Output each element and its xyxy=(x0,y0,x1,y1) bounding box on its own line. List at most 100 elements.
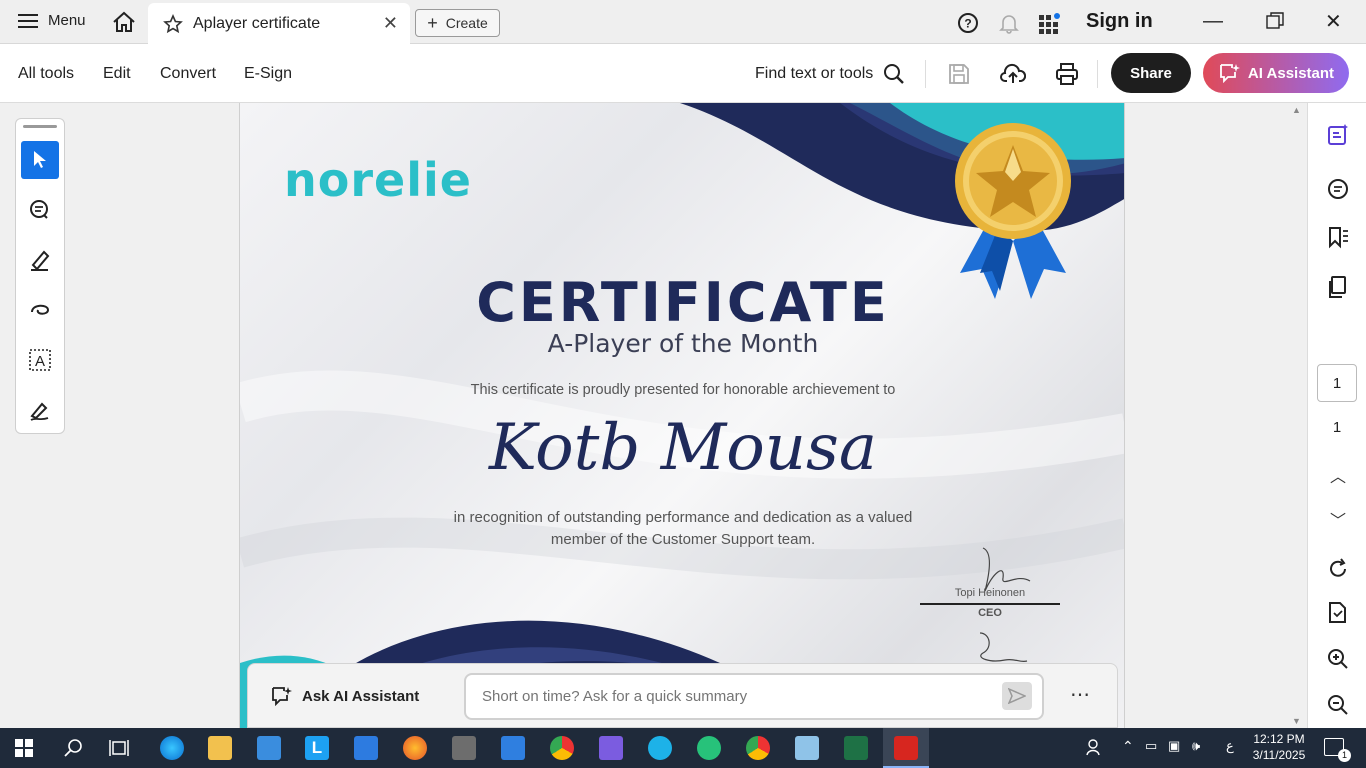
comments-panel-icon[interactable] xyxy=(1324,175,1352,203)
apps-grid-icon[interactable] xyxy=(1038,12,1062,36)
create-label: Create xyxy=(445,15,488,31)
rotate-icon[interactable] xyxy=(1324,555,1352,583)
close-window-icon[interactable]: ✕ xyxy=(1325,9,1342,34)
ai-assistant-button[interactable]: AI Assistant xyxy=(1203,53,1349,93)
store-icon[interactable] xyxy=(257,736,281,760)
battery-icon[interactable]: ▭ xyxy=(1145,738,1157,754)
recognition-line-1: in recognition of outstanding performanc… xyxy=(453,509,913,526)
menu-button[interactable]: Menu xyxy=(18,12,86,29)
more-options-icon[interactable]: ⋯ xyxy=(1070,682,1090,707)
windows-start-icon[interactable] xyxy=(15,739,33,757)
file-explorer-icon[interactable] xyxy=(208,736,232,760)
notifications-bell-icon[interactable] xyxy=(998,12,1020,34)
task-view-icon[interactable] xyxy=(109,738,129,758)
edit-menu[interactable]: Edit xyxy=(103,65,131,83)
zoom-out-icon[interactable] xyxy=(1324,691,1352,719)
cloud-upload-icon[interactable] xyxy=(1000,61,1026,87)
chrome-icon[interactable] xyxy=(550,736,574,760)
draw-tool[interactable] xyxy=(21,291,59,329)
title-bar: Menu Aplayer certificate ✕ + Create ? Si… xyxy=(0,0,1366,44)
sign-tool[interactable] xyxy=(21,391,59,429)
highlight-tool[interactable] xyxy=(21,241,59,279)
save-icon[interactable] xyxy=(947,62,971,86)
android-app-icon[interactable] xyxy=(697,736,721,760)
print-icon[interactable] xyxy=(1055,62,1079,86)
page-fit-icon[interactable] xyxy=(1324,599,1352,627)
excel-icon[interactable] xyxy=(844,736,868,760)
mail-icon[interactable] xyxy=(354,736,378,760)
calendar-icon[interactable] xyxy=(501,736,525,760)
freehand-draw-icon xyxy=(31,304,50,315)
find-label: Find text or tools xyxy=(755,65,874,82)
ask-ai-button[interactable]: Ask AI Assistant xyxy=(270,686,419,706)
all-tools-menu[interactable]: All tools xyxy=(18,65,74,83)
certificate-page[interactable]: norelie CERTIFICATE A-Player of the Mont… xyxy=(239,103,1125,728)
bookmarks-icon[interactable] xyxy=(1324,223,1352,251)
clock-date: 3/11/2025 xyxy=(1252,748,1306,762)
l-app-icon[interactable]: L xyxy=(305,736,329,760)
minimize-icon[interactable]: — xyxy=(1203,10,1223,33)
sign-in-button[interactable]: Sign in xyxy=(1086,10,1153,33)
select-tool[interactable] xyxy=(21,141,59,179)
acrobat-taskbar-item[interactable] xyxy=(883,728,929,768)
calculator-icon[interactable] xyxy=(452,736,476,760)
search-icon xyxy=(884,64,905,84)
skype-icon[interactable] xyxy=(648,736,672,760)
plus-icon: + xyxy=(427,12,438,33)
drag-handle[interactable] xyxy=(23,125,57,128)
cursor-arrow-icon xyxy=(34,151,46,168)
second-signature-mark xyxy=(979,632,1028,663)
convert-menu[interactable]: Convert xyxy=(160,65,216,83)
notepad-icon[interactable] xyxy=(795,736,819,760)
svg-text:?: ? xyxy=(964,17,971,31)
share-button[interactable]: Share xyxy=(1111,53,1191,93)
signature-line xyxy=(920,603,1060,605)
hamburger-icon xyxy=(18,13,38,28)
recipient-name: Kotb Mousa xyxy=(489,411,877,485)
create-button[interactable]: + Create xyxy=(415,9,500,37)
scroll-up-icon[interactable]: ▲ xyxy=(1292,105,1301,115)
input-language[interactable]: ع xyxy=(1226,738,1234,754)
document-tab[interactable]: Aplayer certificate ✕ xyxy=(148,3,410,44)
chrome-profile-icon[interactable] xyxy=(746,736,770,760)
clock-time: 12:12 PM xyxy=(1253,732,1305,746)
edge-browser-icon[interactable] xyxy=(160,736,184,760)
presented-text: This certificate is proudly presented fo… xyxy=(470,382,896,398)
generative-summary-icon[interactable] xyxy=(1324,121,1352,149)
star-icon[interactable] xyxy=(163,13,183,34)
firefox-icon[interactable] xyxy=(403,736,427,760)
network-icon[interactable]: ▣ xyxy=(1168,738,1180,754)
text-box-tool[interactable]: A xyxy=(21,341,59,379)
find-tools-button[interactable]: Find text or tools xyxy=(755,63,905,85)
ai-assistant-label: AI Assistant xyxy=(1247,64,1335,82)
clock[interactable]: 12:12 PM 3/11/2025 xyxy=(1250,731,1308,763)
comment-icon xyxy=(30,200,48,219)
comment-tool[interactable] xyxy=(21,191,59,229)
next-page-icon[interactable]: ﹀ xyxy=(1324,505,1352,533)
vertical-scrollbar[interactable]: ▲ ▼ xyxy=(1288,103,1306,728)
tab-title: Aplayer certificate xyxy=(193,14,321,32)
page-thumbnails-icon[interactable] xyxy=(1324,273,1352,301)
ai-assistant-icon xyxy=(1220,64,1240,83)
send-arrow-icon xyxy=(1008,688,1026,704)
signature-pen-icon xyxy=(30,402,49,421)
forms-app-icon[interactable] xyxy=(599,736,623,760)
previous-page-icon[interactable]: ︿ xyxy=(1324,461,1352,489)
highlighter-pen-icon xyxy=(31,250,50,271)
show-hidden-icons[interactable]: ⌃ xyxy=(1122,738,1134,755)
notification-center-icon[interactable]: 1 xyxy=(1324,738,1351,762)
page-number-input[interactable]: 1 xyxy=(1317,364,1357,402)
volume-icon[interactable]: 🕪 xyxy=(1192,738,1200,754)
ai-chat-icon xyxy=(272,687,292,706)
taskbar-search-icon[interactable] xyxy=(63,738,83,758)
zoom-in-icon[interactable] xyxy=(1324,645,1352,673)
people-icon[interactable] xyxy=(1085,738,1103,756)
home-icon[interactable] xyxy=(111,10,137,34)
scroll-down-icon[interactable]: ▼ xyxy=(1292,716,1301,726)
esign-menu[interactable]: E-Sign xyxy=(244,65,292,83)
send-button[interactable] xyxy=(1002,682,1032,710)
help-icon[interactable]: ? xyxy=(957,12,979,34)
close-tab-icon[interactable]: ✕ xyxy=(383,13,398,34)
ai-question-input[interactable] xyxy=(464,673,1044,720)
restore-icon[interactable] xyxy=(1266,12,1284,30)
